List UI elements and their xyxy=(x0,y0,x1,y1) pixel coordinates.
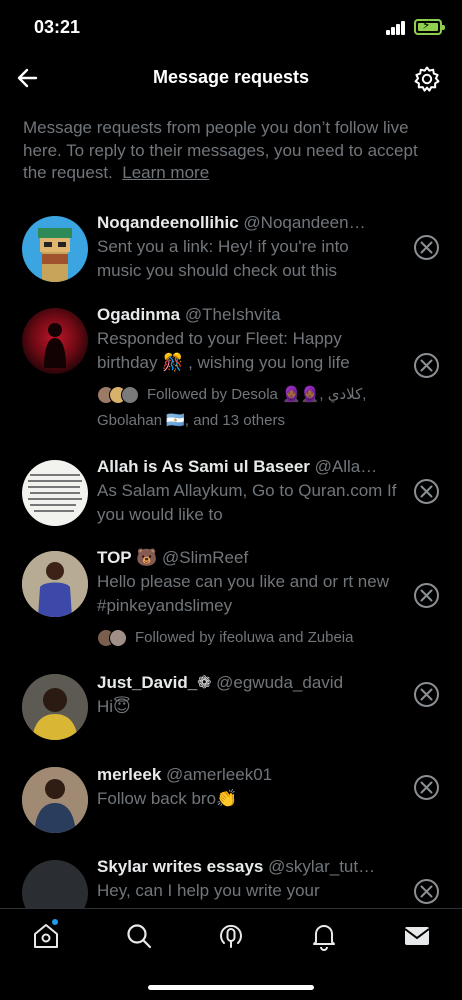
sender-name: merleek xyxy=(97,765,162,784)
tab-notifications[interactable] xyxy=(309,921,339,951)
sender-handle: @Noqandeen… xyxy=(243,213,366,232)
sender-handle: @SlimReef xyxy=(161,548,249,567)
avatar[interactable] xyxy=(22,767,88,833)
close-icon xyxy=(420,241,433,254)
request-content: Skylar writes essays @skylar_tut… Hey, c… xyxy=(97,856,397,903)
follower-avatars xyxy=(97,386,141,405)
close-icon xyxy=(420,359,433,372)
spaces-icon xyxy=(220,924,242,948)
sender-name: Just_David_❁ xyxy=(97,673,212,692)
message-preview: Hello please can you like and or rt new … xyxy=(97,572,389,615)
sender-handle: @skylar_tut… xyxy=(268,857,376,876)
intro-text: Message requests from people you don’t f… xyxy=(23,117,443,185)
request-content: Noqandeenollihic @Noqandeen… Sent you a … xyxy=(97,212,397,283)
settings-button[interactable] xyxy=(413,65,441,93)
request-content: Ogadinma @TheIshvita Responded to your F… xyxy=(97,304,397,434)
sender-handle: @Alla… xyxy=(314,457,378,476)
gear-icon xyxy=(414,66,440,92)
dismiss-button[interactable] xyxy=(414,775,439,800)
tab-spaces[interactable] xyxy=(216,921,246,951)
follower-avatars xyxy=(97,629,129,648)
avatar[interactable] xyxy=(22,216,88,282)
followed-by: Followed by Desola 🧕🏾🧕🏾, كلادي, Gbolahan… xyxy=(97,382,397,434)
close-icon xyxy=(420,688,433,701)
request-content: TOP 🐻 @SlimReef Hello please can you lik… xyxy=(97,547,397,651)
message-preview: Hey, can I help you write your xyxy=(97,881,320,900)
avatar[interactable] xyxy=(22,308,88,374)
close-icon xyxy=(420,781,433,794)
avatar[interactable] xyxy=(22,551,88,617)
message-preview: Responded to your Fleet: Happy birthday … xyxy=(97,329,350,372)
message-preview: Sent you a link: Hey! if you're into mus… xyxy=(97,237,349,280)
intro-description: Message requests from people you don’t f… xyxy=(23,118,418,182)
header: Message requests xyxy=(0,54,462,104)
followed-by-text: Followed by ifeoluwa and Zubeia xyxy=(135,629,354,646)
page-title: Message requests xyxy=(152,67,310,87)
tab-search[interactable] xyxy=(124,921,154,951)
dismiss-button[interactable] xyxy=(414,235,439,260)
sender-handle: @egwuda_david xyxy=(216,673,344,692)
messages-icon xyxy=(404,927,430,945)
sender-name: Ogadinma xyxy=(97,305,181,324)
close-icon xyxy=(420,885,433,898)
status-time: 03:21 xyxy=(34,17,81,37)
request-content: Allah is As Sami ul Baseer @Alla… As Sal… xyxy=(97,456,397,527)
battery-icon: ⚡ xyxy=(414,18,445,35)
close-icon xyxy=(420,485,433,498)
request-content: merleek @amerleek01 Follow back bro👏 xyxy=(97,764,397,811)
tab-messages[interactable] xyxy=(402,921,432,951)
signal-icon xyxy=(386,21,406,35)
request-content: Just_David_❁ @egwuda_david Hi😇 xyxy=(97,672,397,719)
avatar[interactable] xyxy=(22,460,88,526)
message-preview: As Salam Allaykum, Go to Quran.com If yo… xyxy=(97,481,397,524)
tab-home[interactable] xyxy=(31,921,61,951)
dismiss-button[interactable] xyxy=(414,479,439,504)
sender-name: Allah is As Sami ul Baseer xyxy=(97,457,310,476)
message-preview: Hi😇 xyxy=(97,697,131,716)
home-indicator xyxy=(148,985,314,990)
status-bar: 03:21 ⚡ xyxy=(0,0,462,54)
notifications-icon xyxy=(313,925,335,951)
sender-name: TOP 🐻 xyxy=(97,548,158,567)
home-icon xyxy=(34,924,58,948)
dismiss-button[interactable] xyxy=(414,353,439,378)
sender-name: Skylar writes essays xyxy=(97,857,264,876)
dismiss-button[interactable] xyxy=(414,682,439,707)
avatar[interactable] xyxy=(22,674,88,740)
sender-handle: @TheIshvita xyxy=(184,305,281,324)
learn-more-link[interactable]: Learn more xyxy=(122,163,209,182)
unread-dot xyxy=(52,919,58,925)
search-icon xyxy=(127,924,152,949)
followed-by: Followed by ifeoluwa and Zubeia xyxy=(97,625,397,651)
sender-name: Noqandeenollihic xyxy=(97,213,239,232)
message-preview: Follow back bro👏 xyxy=(97,789,238,808)
sender-handle: @amerleek01 xyxy=(166,765,273,784)
dismiss-button[interactable] xyxy=(414,879,439,904)
close-icon xyxy=(420,589,433,602)
dismiss-button[interactable] xyxy=(414,583,439,608)
